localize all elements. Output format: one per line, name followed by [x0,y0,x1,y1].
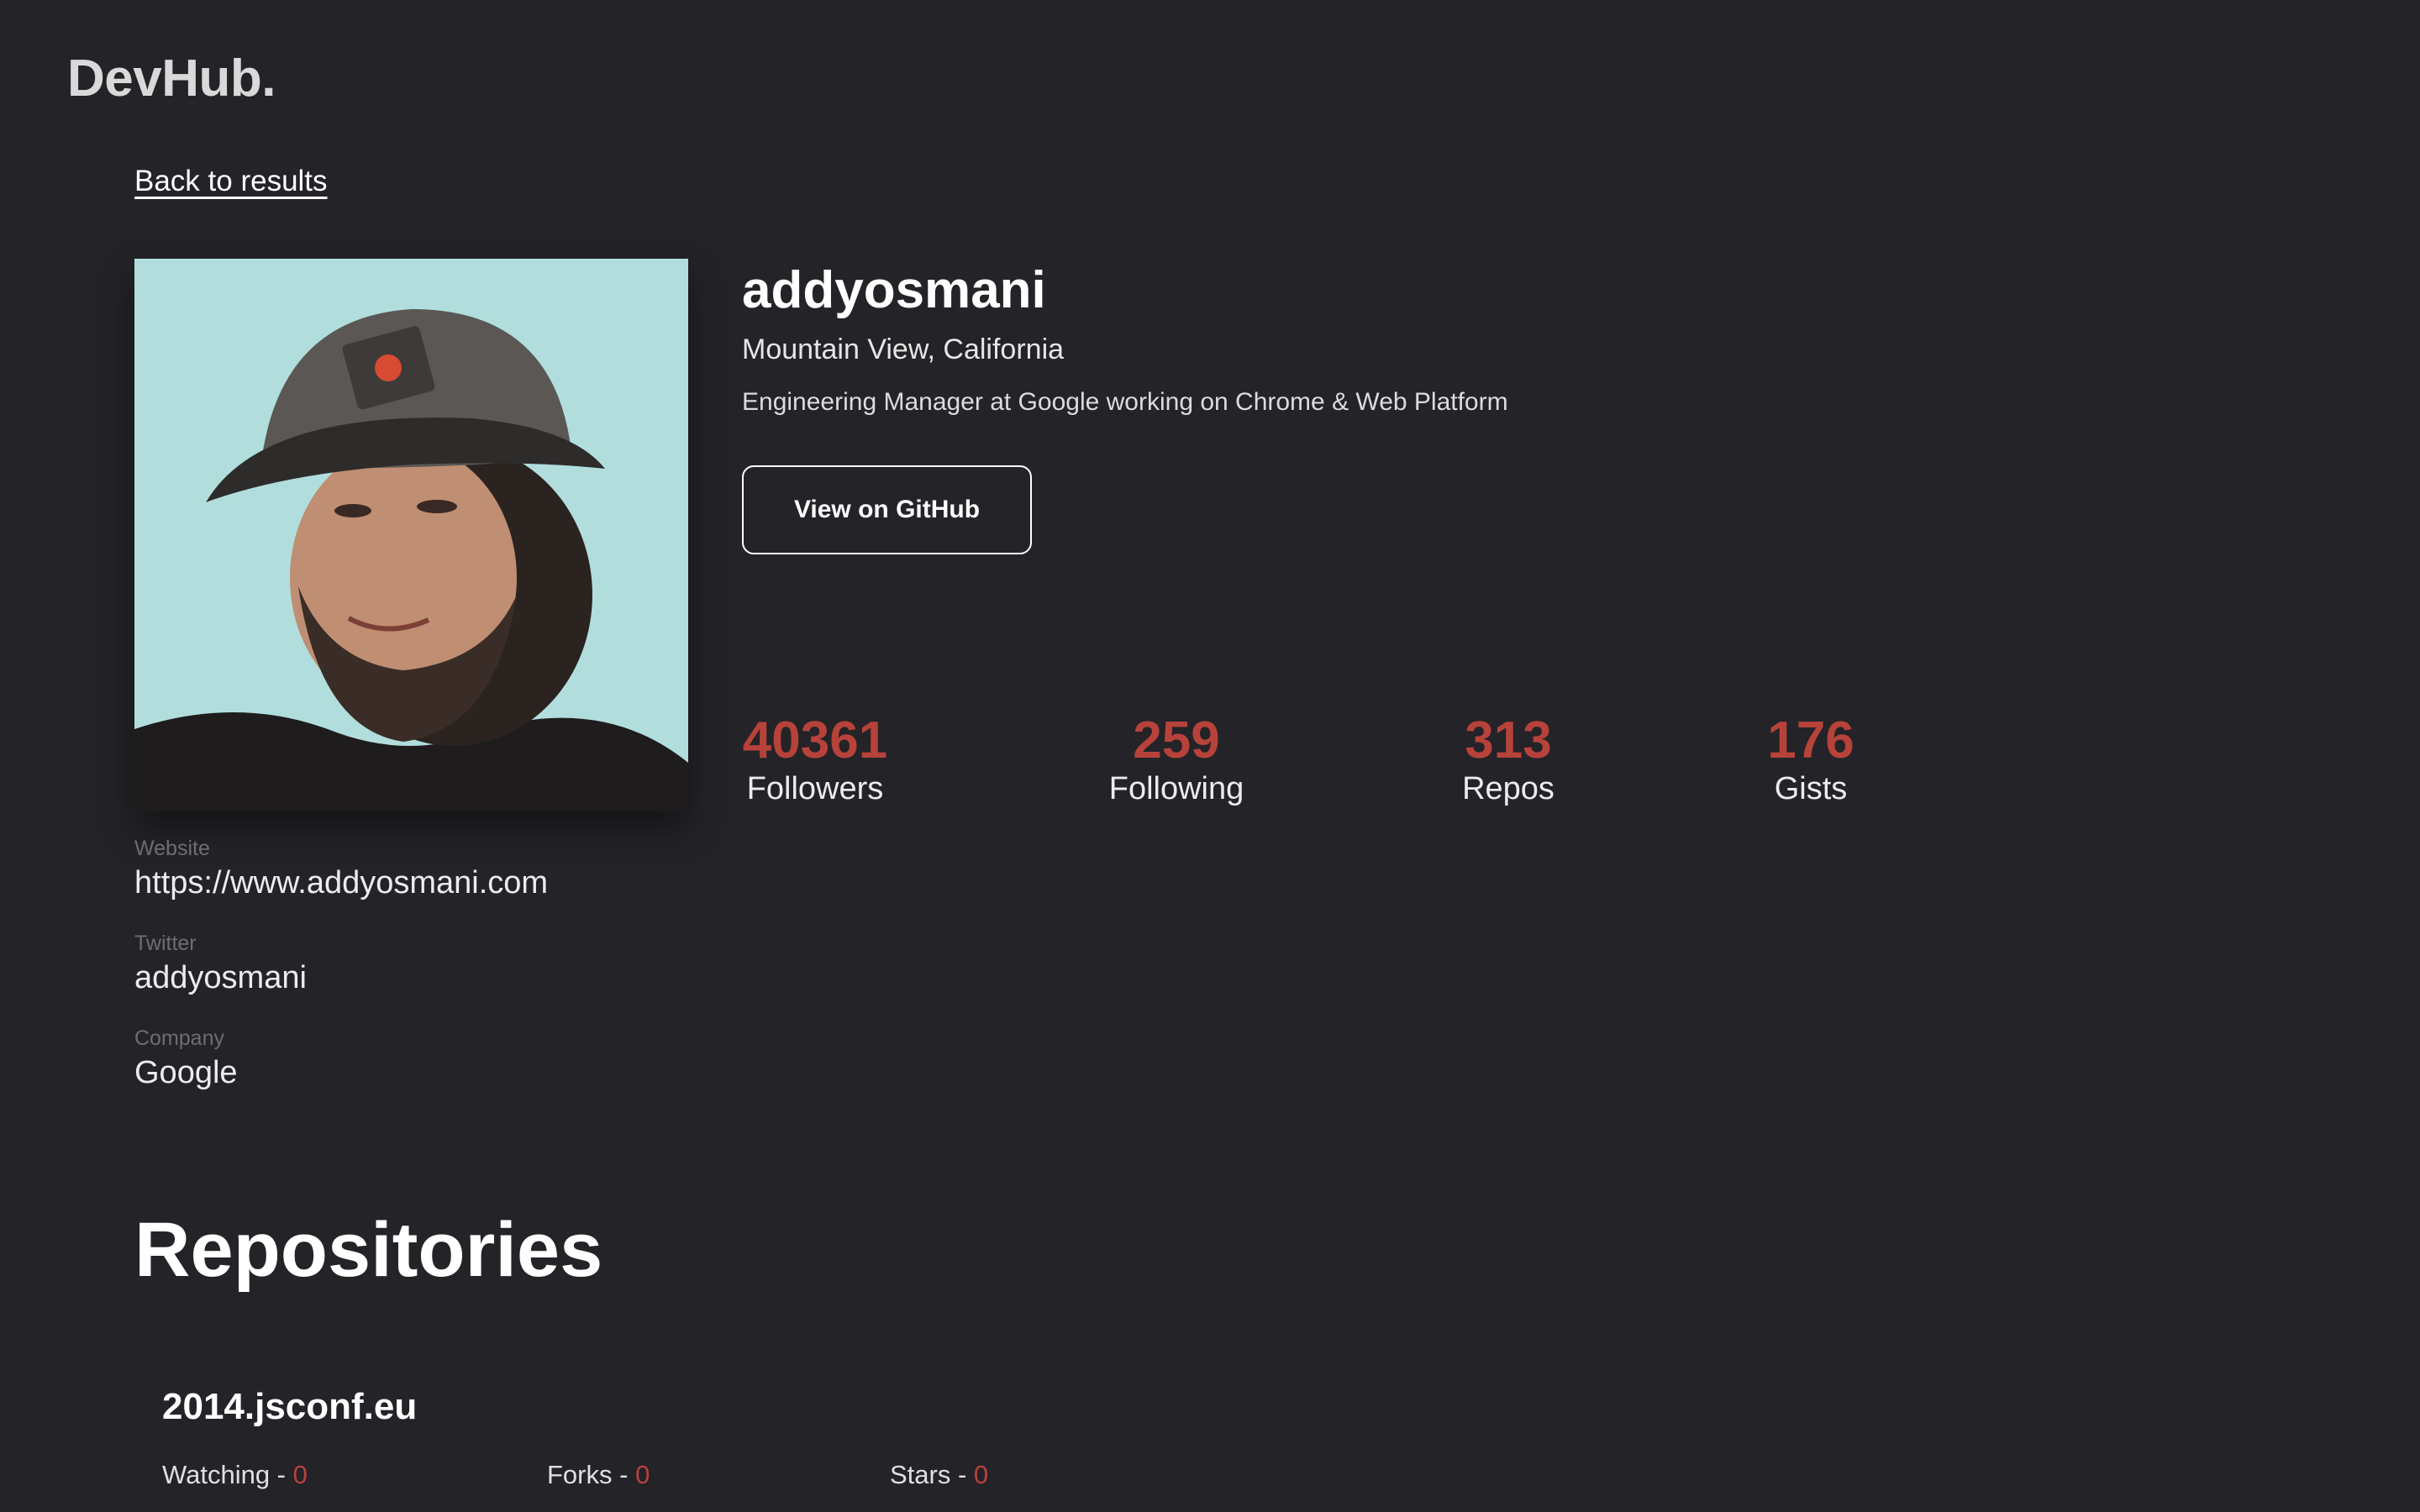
website-value: https://www.addyosmani.com [134,865,549,900]
twitter-value: addyosmani [134,960,307,995]
repo-forks: Forks - 0 [547,1460,650,1490]
avatar [134,259,688,811]
stat-label: Followers [746,771,884,807]
bio: Engineering Manager at Google working on… [742,388,1508,416]
company-value: Google [134,1055,238,1090]
view-on-github-button[interactable]: View on GitHub [742,465,1032,554]
username: addyosmani [742,261,1046,319]
back-to-results-link[interactable]: Back to results [134,165,328,198]
repo-watching-value: 0 [292,1460,308,1489]
stat-label: Repos [1462,771,1555,807]
stat-label: Gists [1774,771,1848,807]
stat-value: 40361 [742,711,888,769]
profile-photo [134,259,688,811]
repositories-heading: Repositories [134,1207,603,1293]
repo-stars: Stars - 0 [890,1460,988,1490]
repo-name[interactable]: 2014.jsconf.eu [162,1386,417,1428]
stat-value: 313 [1465,711,1552,769]
repo-forks-label: Forks - [547,1460,636,1489]
app-logo[interactable]: DevHub. [67,49,276,108]
stat-following: 259 Following [1076,711,1277,807]
repo-stars-value: 0 [973,1460,989,1489]
company-label: Company [134,1026,224,1050]
stat-value: 259 [1133,711,1220,769]
repo-watching-label: Watching - [162,1460,293,1489]
stat-repos: 313 Repos [1407,711,1609,807]
stat-value: 176 [1767,711,1854,769]
website-label: Website [134,837,210,860]
repo-forks-value: 0 [635,1460,650,1489]
stat-followers: 40361 Followers [714,711,916,807]
repo-stars-label: Stars - [890,1460,974,1489]
twitter-label: Twitter [134,932,197,955]
stat-label: Following [1108,771,1244,807]
location: Mountain View, California [742,333,1065,365]
repo-watching: Watching - 0 [162,1460,308,1490]
stat-gists: 176 Gists [1710,711,1912,807]
